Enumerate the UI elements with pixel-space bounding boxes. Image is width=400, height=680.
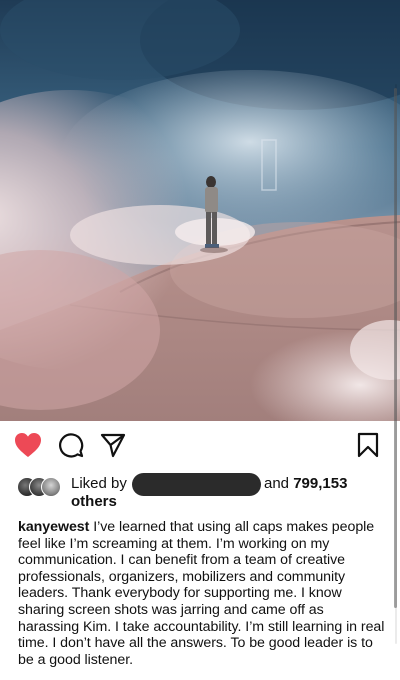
likes-number: 799,153 (293, 475, 348, 492)
caption-username[interactable]: kanyewest (18, 519, 89, 535)
heart-filled-icon[interactable] (14, 432, 42, 458)
liked-by-label: Liked by (71, 475, 127, 492)
paper-plane-icon[interactable] (100, 432, 126, 458)
bookmark-icon[interactable] (356, 432, 380, 458)
likes-count[interactable]: and 799,153 (264, 475, 347, 493)
post-action-bar (0, 421, 400, 471)
redacted-username (132, 473, 261, 496)
speech-bubble-icon[interactable] (58, 432, 84, 458)
and-label: and (264, 475, 290, 492)
post-caption: kanyewest I’ve learned that using all ca… (18, 519, 386, 668)
stage-photo (0, 0, 400, 421)
scrollbar-thumb[interactable] (394, 88, 397, 608)
post-image[interactable] (0, 0, 400, 421)
caption-text: I’ve learned that using all caps makes p… (18, 519, 385, 668)
likes-summary[interactable]: Liked by and 799,153 others (0, 472, 400, 512)
others-label[interactable]: others (71, 493, 117, 511)
liker-avatar (41, 477, 61, 497)
